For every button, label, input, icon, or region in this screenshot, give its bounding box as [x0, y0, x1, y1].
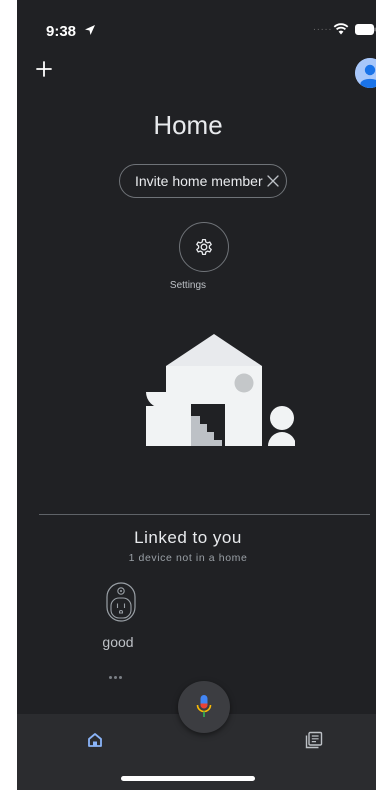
status-time: 9:38 — [46, 23, 77, 40]
device-name: good — [102, 634, 134, 650]
home-indicator — [121, 776, 255, 781]
settings-label: Settings — [169, 280, 207, 291]
gear-icon — [196, 238, 212, 256]
home-icon[interactable] — [87, 732, 103, 748]
linked-section-subtitle: 1 device not in a home — [128, 552, 248, 564]
section-divider — [39, 514, 370, 515]
more-options-icon[interactable] — [109, 666, 131, 679]
app-screen: 9:38 ..... Home Invite home member Setti… — [17, 0, 376, 790]
more-dot — [119, 676, 122, 679]
settings-button[interactable] — [179, 222, 229, 272]
invite-chip-label: Invite home member — [135, 173, 263, 189]
location-arrow-icon — [85, 25, 95, 35]
page-title: Home — [153, 110, 223, 140]
smart-plug-icon — [106, 582, 136, 622]
assistant-mic-button[interactable] — [178, 681, 230, 733]
more-dot — [109, 676, 112, 679]
add-icon[interactable] — [35, 60, 53, 78]
status-bar: 9:38 ..... — [17, 0, 376, 44]
account-avatar-icon — [355, 58, 376, 88]
wifi-icon — [333, 23, 349, 35]
linked-section-title: Linked to you — [134, 528, 242, 547]
close-icon[interactable] — [266, 174, 280, 188]
empty-home-illustration — [146, 334, 295, 446]
account-avatar[interactable] — [355, 58, 376, 88]
invite-home-member-chip[interactable]: Invite home member — [119, 164, 287, 198]
device-tile[interactable]: good — [95, 578, 147, 650]
mic-icon — [196, 695, 212, 717]
battery-icon — [355, 24, 376, 35]
more-dot — [114, 676, 117, 679]
cellular-signal-icon: ..... — [313, 23, 333, 33]
feed-icon[interactable] — [305, 731, 323, 749]
